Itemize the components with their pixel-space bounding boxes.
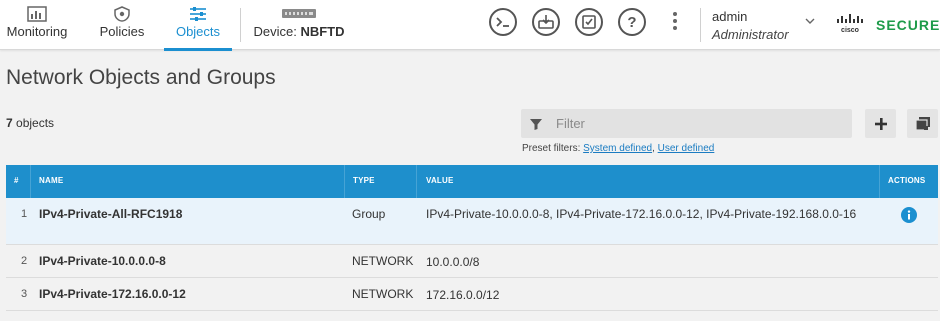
column-divider bbox=[879, 165, 880, 198]
nav-monitoring[interactable]: Monitoring bbox=[4, 0, 70, 50]
user-menu[interactable]: admin Administrator bbox=[712, 9, 789, 42]
nav-device-label: Device: NBFTD bbox=[252, 24, 346, 39]
nav-policies[interactable]: Policies bbox=[94, 0, 150, 50]
help-button[interactable]: ? bbox=[618, 8, 646, 36]
row-value: 10.0.0.0/8 bbox=[426, 255, 480, 269]
svg-text:?: ? bbox=[627, 14, 636, 30]
filter-icon bbox=[530, 119, 542, 130]
preset-system-defined-link[interactable]: System defined bbox=[583, 143, 652, 154]
row-type: NETWORK bbox=[352, 254, 414, 268]
row-type: NETWORK bbox=[352, 287, 414, 301]
copy-icon bbox=[914, 116, 930, 131]
nav-monitoring-label: Monitoring bbox=[6, 24, 68, 39]
object-count-number: 7 bbox=[6, 116, 13, 130]
user-name: admin bbox=[712, 9, 748, 24]
column-divider bbox=[344, 165, 345, 198]
chevron-down-icon[interactable] bbox=[805, 16, 815, 26]
page-title: Network Objects and Groups bbox=[6, 66, 276, 89]
task-list-icon bbox=[582, 15, 596, 29]
filter-placeholder: Filter bbox=[556, 116, 585, 131]
table-row[interactable]: 2 IPv4-Private-10.0.0.0-8 NETWORK 10.0.0… bbox=[6, 245, 938, 278]
row-number: 3 bbox=[21, 288, 28, 300]
info-icon[interactable] bbox=[901, 207, 917, 223]
column-header-type[interactable]: TYPE bbox=[353, 176, 375, 185]
preset-filters-label: Preset filters: bbox=[522, 143, 581, 154]
column-divider bbox=[416, 165, 417, 198]
cisco-logo-icon: cisco bbox=[837, 14, 863, 34]
object-count: 7 objects bbox=[6, 116, 54, 130]
row-value: IPv4-Private-10.0.0.0-8, IPv4-Private-17… bbox=[426, 207, 857, 221]
table-row-partial bbox=[6, 311, 938, 321]
copy-objects-button[interactable] bbox=[907, 109, 938, 138]
column-header-name[interactable]: NAME bbox=[39, 176, 63, 185]
column-header-actions: ACTIONS bbox=[888, 176, 926, 185]
device-name: NBFTD bbox=[300, 24, 345, 39]
nav-divider bbox=[240, 8, 241, 42]
table-row[interactable]: 1 IPv4-Private-All-RFC1918 Group IPv4-Pr… bbox=[6, 198, 938, 245]
add-object-button[interactable] bbox=[865, 109, 896, 138]
brand-product: SECURE bbox=[876, 17, 940, 33]
cisco-secure-logo: cisco SECURE bbox=[836, 14, 940, 36]
column-divider bbox=[30, 165, 31, 198]
row-value: 172.16.0.0/12 bbox=[426, 288, 500, 302]
table-row[interactable]: 3 IPv4-Private-172.16.0.0-12 NETWORK 172… bbox=[6, 278, 938, 311]
user-role: Administrator bbox=[712, 27, 789, 42]
plus-icon bbox=[874, 117, 887, 130]
preset-filters: Preset filters: System defined, User def… bbox=[522, 143, 714, 154]
filter-input[interactable]: Filter bbox=[521, 109, 852, 138]
row-name[interactable]: IPv4-Private-172.16.0.0-12 bbox=[39, 287, 186, 301]
svg-text:cisco: cisco bbox=[841, 27, 859, 34]
row-name[interactable]: IPv4-Private-10.0.0.0-8 bbox=[39, 254, 166, 268]
row-name[interactable]: IPv4-Private-All-RFC1918 bbox=[39, 207, 182, 221]
task-list-button[interactable] bbox=[575, 8, 603, 36]
nav-objects[interactable]: Objects bbox=[164, 0, 232, 51]
column-header-value[interactable]: VALUE bbox=[426, 176, 454, 185]
top-navigation-bar: Monitoring Policies Objects Device: NBFT… bbox=[0, 0, 940, 51]
object-count-label: objects bbox=[12, 116, 55, 130]
row-type: Group bbox=[352, 207, 386, 221]
cli-console-button[interactable] bbox=[489, 8, 517, 36]
nav-divider bbox=[700, 8, 701, 42]
row-number: 1 bbox=[21, 208, 28, 220]
cli-console-icon bbox=[496, 17, 509, 27]
objects-table: # NAME TYPE VALUE ACTIONS 1 IPv4-Private… bbox=[6, 165, 938, 321]
monitoring-chart-icon bbox=[27, 6, 47, 22]
help-icon: ? bbox=[627, 14, 636, 30]
nav-device[interactable]: Device: NBFTD bbox=[252, 0, 346, 50]
deploy-icon bbox=[538, 15, 554, 29]
column-header-number: # bbox=[14, 176, 19, 185]
sliders-icon bbox=[190, 7, 206, 21]
shield-icon bbox=[114, 6, 130, 22]
preset-user-defined-link[interactable]: User defined bbox=[658, 143, 715, 154]
table-header: # NAME TYPE VALUE ACTIONS bbox=[6, 165, 938, 198]
device-prefix: Device: bbox=[253, 24, 297, 39]
nav-objects-label: Objects bbox=[175, 24, 221, 39]
device-appliance-icon bbox=[282, 9, 316, 18]
nav-policies-label: Policies bbox=[99, 24, 145, 39]
row-number: 2 bbox=[21, 255, 28, 267]
more-options-icon[interactable] bbox=[672, 12, 678, 34]
deploy-button[interactable] bbox=[532, 8, 560, 36]
